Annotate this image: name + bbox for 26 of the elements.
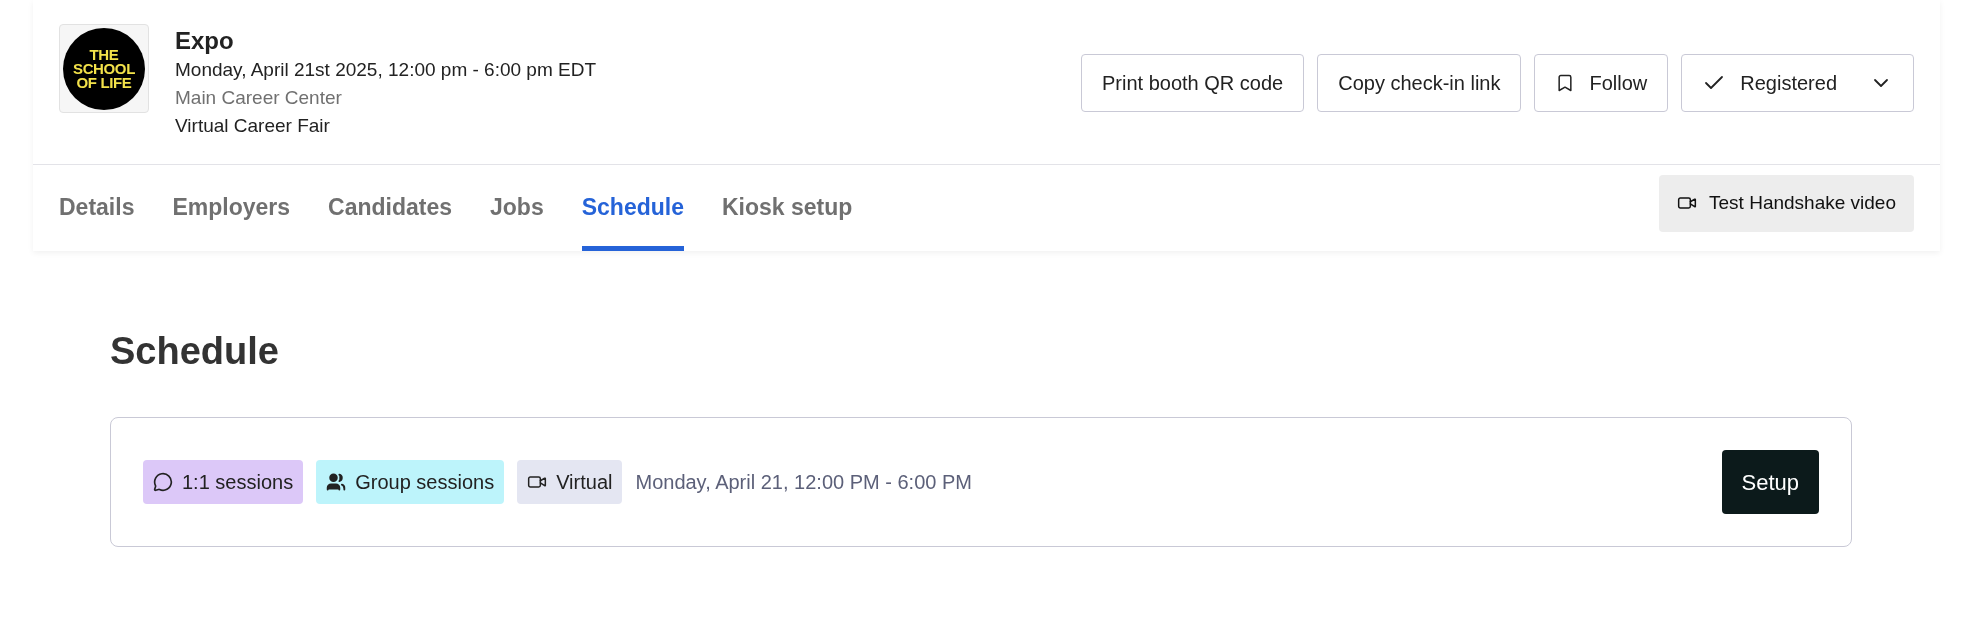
event-type: Virtual Career Fair	[175, 114, 331, 138]
tab[interactable]: Employers	[172, 165, 291, 251]
tab[interactable]: Kiosk setup	[722, 165, 853, 251]
people-icon	[326, 472, 347, 492]
tab[interactable]: Details	[59, 165, 135, 251]
event-datetime: Monday, April 21st 2025, 12:00 pm - 6:00 pm EDT	[175, 58, 597, 82]
action-button[interactable]: Print booth QR code	[1080, 54, 1305, 112]
setup-button[interactable]: Setup	[1721, 450, 1819, 514]
session-tag: Group sessions	[316, 460, 505, 504]
logo-text: SCHOOL	[73, 61, 135, 76]
session-tag: Virtual	[517, 460, 623, 504]
session-tag: 1:1 sessions	[143, 460, 304, 504]
logo-text: OF LIFE	[76, 75, 132, 90]
test-video-button[interactable]: Test Handshake video	[1659, 174, 1914, 232]
section-heading: Schedule	[110, 329, 280, 373]
chat-bubble-icon	[153, 472, 173, 492]
session-time: Monday, April 21, 12:00 PM - 6:00 PM	[635, 470, 972, 495]
tab[interactable]: Candidates	[328, 165, 453, 251]
tab[interactable]: Schedule	[581, 165, 684, 251]
event-location: Main Career Center	[175, 86, 343, 110]
action-button[interactable]: Copy check-in link	[1317, 54, 1522, 112]
logo-text: THE	[89, 47, 119, 62]
action-button[interactable]: Follow	[1534, 54, 1669, 112]
tab[interactable]: Jobs	[490, 165, 544, 251]
status-dropdown[interactable]: Registered	[1681, 54, 1914, 112]
event-title: Expo	[175, 26, 235, 56]
